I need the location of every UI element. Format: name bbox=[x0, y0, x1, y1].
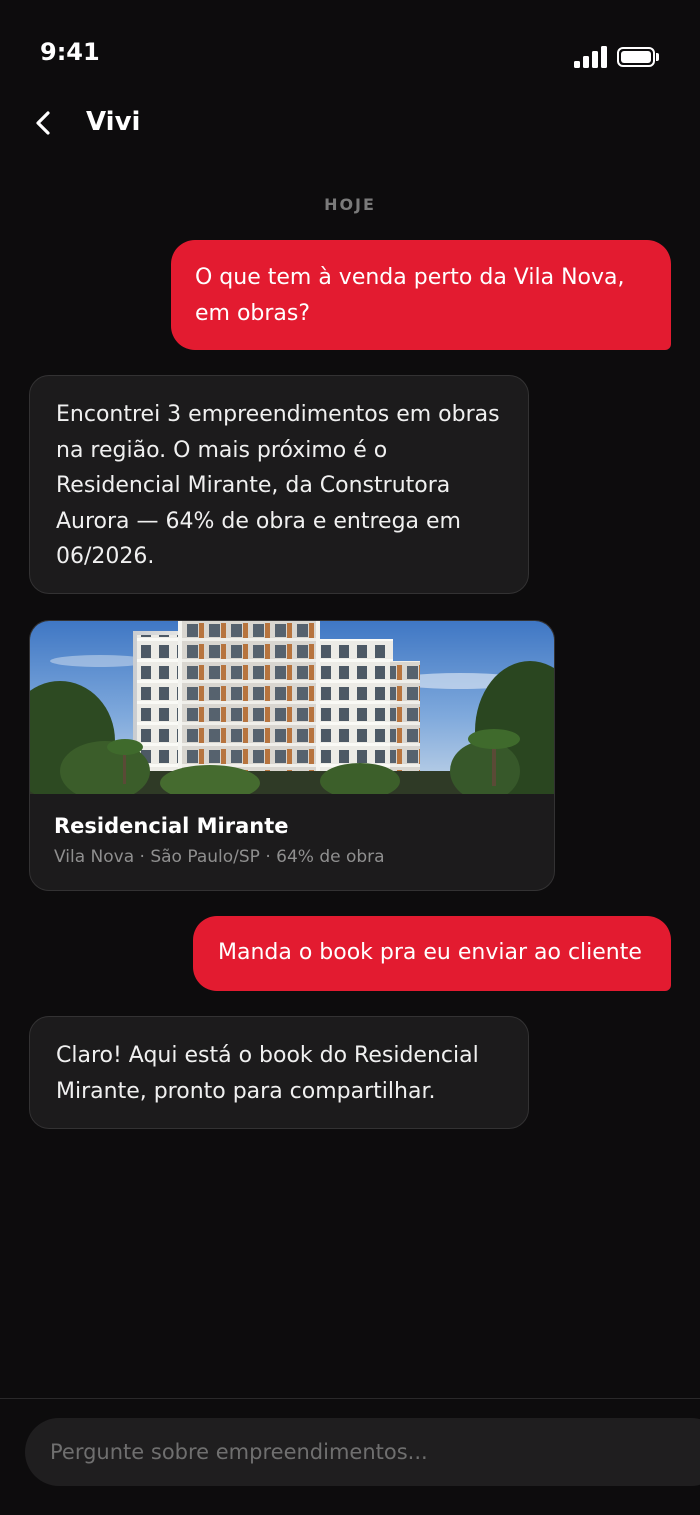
day-divider: HOJE bbox=[324, 195, 376, 214]
message-input[interactable] bbox=[25, 1418, 700, 1486]
property-title: Residencial Mirante bbox=[54, 814, 289, 838]
chat-title: Vivi bbox=[86, 107, 141, 137]
message-text: Claro! Aqui está o book do Residencial M… bbox=[56, 1043, 479, 1104]
status-time: 9:41 bbox=[40, 38, 100, 66]
status-bar: 9:41 bbox=[0, 0, 700, 100]
property-photo bbox=[30, 621, 554, 794]
cellular-signal-icon bbox=[574, 46, 608, 68]
nav-bar: Vivi bbox=[0, 95, 700, 151]
battery-icon bbox=[617, 47, 659, 67]
property-subtitle: Vila Nova · São Paulo/SP · 64% de obra bbox=[54, 847, 385, 867]
back-button[interactable] bbox=[28, 103, 64, 143]
property-card[interactable]: Residencial Mirante Vila Nova · São Paul… bbox=[29, 620, 555, 891]
assistant-message: Encontrei 3 empreendimentos em obras na … bbox=[29, 375, 529, 594]
chevron-left-icon bbox=[36, 111, 50, 135]
message-text: Encontrei 3 empreendimentos em obras na … bbox=[56, 402, 500, 569]
user-message: Manda o book pra eu enviar ao cliente bbox=[193, 916, 671, 991]
assistant-message: Claro! Aqui está o book do Residencial M… bbox=[29, 1016, 529, 1129]
message-text: Manda o book pra eu enviar ao cliente bbox=[218, 940, 642, 965]
user-message: O que tem à venda perto da Vila Nova, em… bbox=[171, 240, 671, 350]
message-text: O que tem à venda perto da Vila Nova, em… bbox=[195, 265, 625, 326]
